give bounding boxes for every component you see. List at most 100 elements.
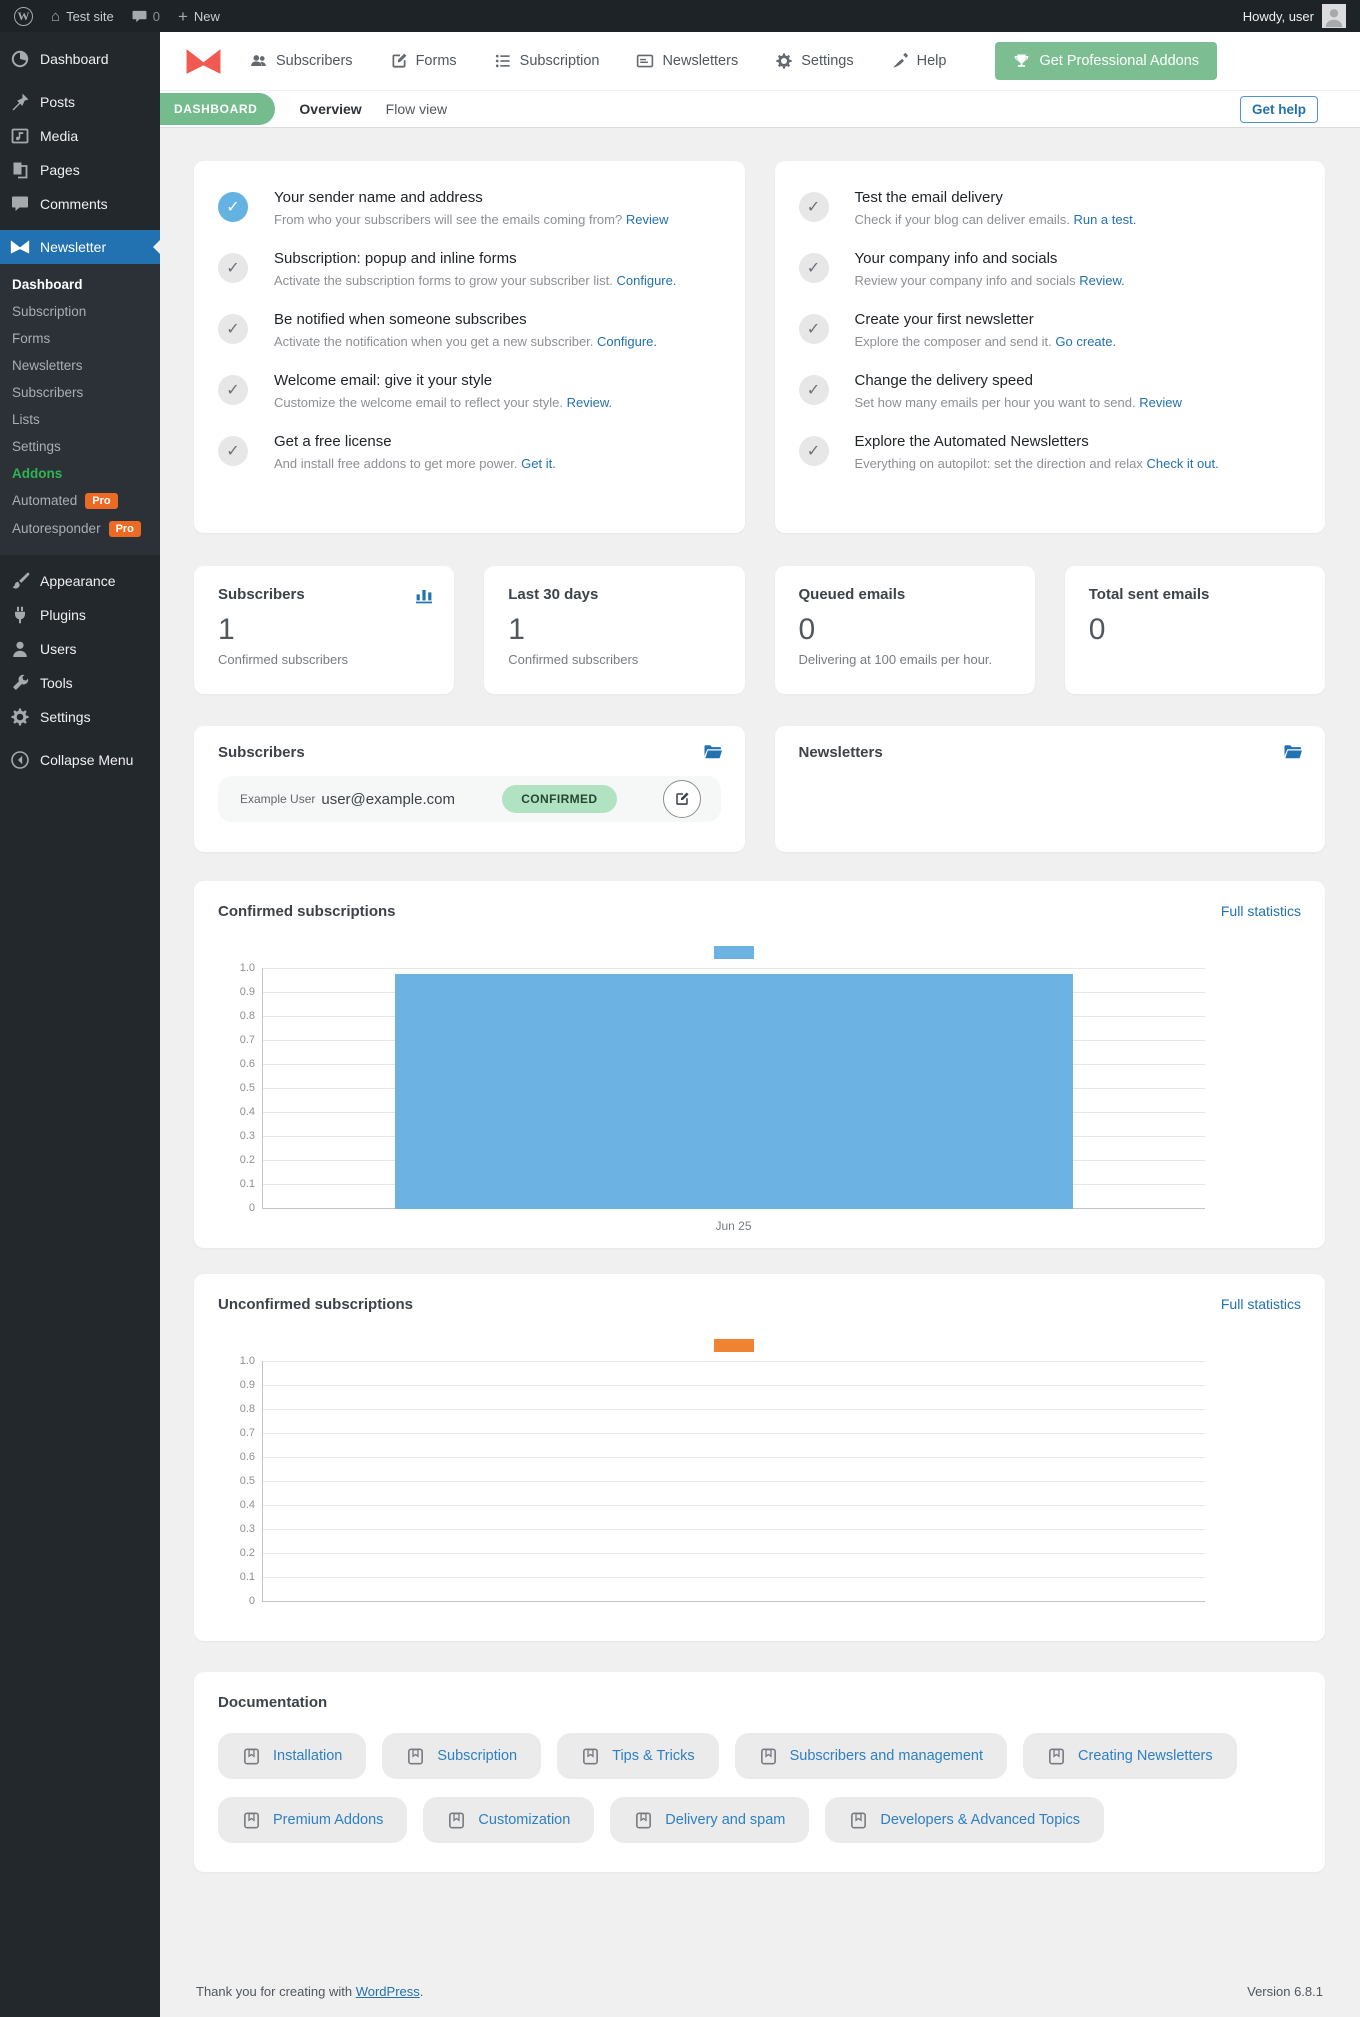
sidebar-item-settings[interactable]: Settings — [0, 700, 160, 734]
get-help-button[interactable]: Get help — [1239, 95, 1318, 123]
new-content-menu[interactable]: + New — [178, 8, 220, 25]
submenu-item-settings[interactable]: Settings — [0, 433, 160, 460]
stat-value: 1 — [218, 613, 235, 646]
plugin-nav-subscribers[interactable]: Subscribers — [250, 52, 353, 70]
submenu-item-forms[interactable]: Forms — [0, 325, 160, 352]
gridline: 0.5 — [240, 1475, 1205, 1487]
settings-icon — [10, 707, 30, 727]
y-tick-label: 0.2 — [239, 1547, 255, 1559]
sidebar-item-collapse-menu[interactable]: Collapse Menu — [0, 743, 160, 777]
plus-icon: + — [177, 6, 188, 26]
wordpress-logo-icon[interactable]: W — [14, 6, 33, 26]
y-tick-label: 0.3 — [239, 1130, 255, 1142]
sidebar-item-plugins[interactable]: Plugins — [0, 598, 160, 632]
sidebar-item-appearance[interactable]: Appearance — [0, 564, 160, 598]
submenu-item-label: Dashboard — [12, 277, 83, 292]
gridline: 1.0 — [240, 1355, 1205, 1367]
checklist-item-link[interactable]: Review — [626, 212, 669, 227]
doc-button-delivery-and-spam[interactable]: Delivery and spam — [610, 1797, 810, 1843]
doc-button-creating-newsletters[interactable]: Creating Newsletters — [1023, 1733, 1237, 1779]
submenu-item-lists[interactable]: Lists — [0, 406, 160, 433]
checklist-item-link[interactable]: Run a test. — [1073, 212, 1136, 227]
plugin-nav-subscription[interactable]: Subscription — [494, 52, 599, 70]
book-icon — [242, 1747, 261, 1766]
plugin-nav-forms[interactable]: Forms — [390, 52, 457, 70]
check-circle-icon: ✓ — [798, 253, 829, 283]
account-menu[interactable]: Howdy, user — [1243, 4, 1346, 28]
sidebar-item-comments[interactable]: Comments — [0, 187, 160, 221]
doc-button-premium-addons[interactable]: Premium Addons — [218, 1797, 408, 1843]
submenu-item-newsletters[interactable]: Newsletters — [0, 352, 160, 379]
doc-button-subscription[interactable]: Subscription — [382, 1733, 542, 1779]
full-statistics-link[interactable]: Full statistics — [1221, 1296, 1301, 1312]
check-circle-icon: ✓ — [218, 192, 248, 222]
doc-button-customization[interactable]: Customization — [423, 1797, 595, 1843]
sidebar-item-dashboard[interactable]: Dashboard — [0, 42, 160, 76]
newsletter-logo-icon[interactable] — [185, 46, 222, 77]
submenu-item-subscribers[interactable]: Subscribers — [0, 379, 160, 406]
open-folder-icon[interactable] — [1283, 742, 1303, 762]
sidebar-item-label: Pages — [40, 162, 80, 178]
stat-title: Total sent emails — [1088, 586, 1210, 603]
checklist-item-link[interactable]: Get it. — [521, 456, 556, 471]
checklist-item-link[interactable]: Review. — [567, 395, 613, 410]
wordpress-link[interactable]: WordPress — [356, 1984, 420, 1999]
submenu-item-label: Settings — [12, 439, 61, 454]
sidebar-item-users[interactable]: Users — [0, 632, 160, 666]
documentation-button-label: Developers & Advanced Topics — [880, 1812, 1081, 1828]
plugin-nav-newsletters[interactable]: Newsletters — [636, 52, 738, 70]
submenu-item-subscription[interactable]: Subscription — [0, 298, 160, 325]
lists-row: Subscribers Example User user@example.co… — [194, 726, 1325, 852]
doc-button-installation[interactable]: Installation — [218, 1733, 367, 1779]
submenu-item-autoresponder[interactable]: Autoresponder Pro — [0, 515, 160, 543]
doc-button-developers-advanced-topics[interactable]: Developers & Advanced Topics — [825, 1797, 1105, 1843]
checklist-item-link[interactable]: Review — [1139, 395, 1182, 410]
help-icon — [891, 52, 909, 70]
checklist-item-test-the-email-delivery: ✓ Test the email delivery Check if your … — [798, 189, 1302, 227]
checklist-item-title: Explore the Automated Newsletters — [854, 433, 1089, 450]
subscriber-email: user@example.com — [321, 790, 455, 808]
pro-badge: Pro — [85, 493, 118, 509]
pro-badge: Pro — [108, 521, 141, 537]
collapse-menu-icon — [10, 750, 30, 770]
submenu-item-addons[interactable]: Addons — [0, 460, 160, 487]
stat-value: 1 — [508, 613, 525, 646]
full-statistics-link[interactable]: Full statistics — [1221, 903, 1301, 919]
sidebar-item-posts[interactable]: Posts — [0, 85, 160, 119]
plugin-nav-settings[interactable]: Settings — [775, 52, 854, 70]
doc-button-tips-tricks[interactable]: Tips & Tricks — [557, 1733, 719, 1779]
sidebar-item-media[interactable]: Media — [0, 119, 160, 153]
check-circle-icon: ✓ — [798, 314, 829, 344]
tab-overview[interactable]: Overview — [299, 101, 361, 117]
open-folder-icon[interactable] — [703, 742, 723, 762]
edit-subscriber-button[interactable] — [662, 780, 701, 818]
checklist-item-title: Your company info and socials — [854, 250, 1058, 267]
sidebar-item-tools[interactable]: Tools — [0, 666, 160, 700]
comments-menu[interactable]: 0 — [132, 9, 160, 24]
checklist-item-link[interactable]: Configure. — [597, 334, 657, 349]
checklist-item-link[interactable]: Go create. — [1055, 334, 1116, 349]
sidebar-item-newsletter[interactable]: Newsletter — [0, 230, 161, 264]
checklist-item-link[interactable]: Review. — [1079, 273, 1125, 288]
y-tick-label: 0 — [248, 1202, 255, 1214]
doc-button-subscribers-and-management[interactable]: Subscribers and management — [734, 1733, 1008, 1779]
wp-admin-bar: W ⌂ Test site 0 + New Howdy, user — [0, 0, 1360, 32]
plugin-nav-help[interactable]: Help — [891, 52, 946, 70]
tab-flow-view[interactable]: Flow view — [386, 101, 447, 117]
get-professional-addons-button[interactable]: Get Professional Addons — [995, 42, 1218, 80]
checklist-item-title: Be notified when someone subscribes — [274, 311, 527, 328]
dashboard-content: ✓ Your sender name and address From who … — [160, 128, 1360, 2017]
checklist-item-link[interactable]: Check it out. — [1146, 456, 1218, 471]
documentation-button-label: Customization — [478, 1812, 571, 1828]
checklist-item-link[interactable]: Configure. — [616, 273, 676, 288]
bar-chart-icon[interactable] — [414, 584, 434, 604]
chart-plot-area: 1.0 0.9 0.8 0.7 0.6 0.5 0.4 0.3 0.2 0.1 0 — [240, 962, 1205, 1214]
site-name-menu[interactable]: ⌂ Test site — [51, 8, 114, 25]
gridline: 0.1 — [240, 1571, 1205, 1583]
submenu-item-automated[interactable]: Automated Pro — [0, 487, 160, 515]
sidebar-item-label: Posts — [40, 94, 76, 110]
submenu-item-label: Newsletters — [12, 358, 83, 373]
documentation-button-label: Delivery and spam — [665, 1812, 786, 1828]
submenu-item-dashboard[interactable]: Dashboard — [0, 271, 160, 298]
sidebar-item-pages[interactable]: Pages — [0, 153, 160, 187]
